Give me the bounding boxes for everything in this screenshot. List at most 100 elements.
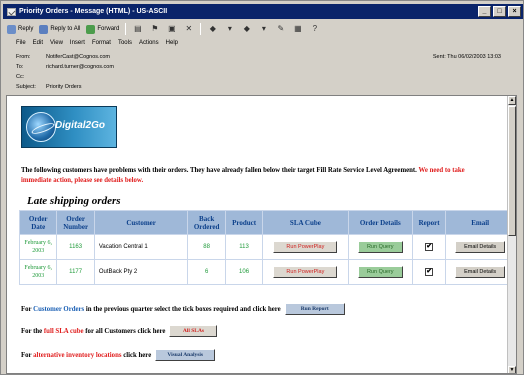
menu-insert[interactable]: Insert	[70, 40, 85, 46]
run-powerplay-button[interactable]: Run PowerPlay	[273, 266, 338, 278]
table-row: February 6, 2003 1177 OutBack Pty 2 6 10…	[18, 259, 515, 285]
to-row: To: richard.turner@cognos.com	[16, 64, 114, 70]
intro-main: The following customers have problems wi…	[21, 167, 419, 174]
delete-icon[interactable]: ✕	[183, 24, 194, 34]
menu-tools[interactable]: Tools	[118, 40, 132, 46]
message-headers: From: NotiferCast@Cognos.com To: richard…	[3, 50, 523, 94]
message-icon	[7, 7, 16, 16]
col-order-date: Order Date	[18, 210, 58, 235]
customer: OutBack Pty 2	[93, 259, 189, 285]
run-report-line: For Customer Orders in the previous quar…	[21, 303, 345, 315]
menu-actions[interactable]: Actions	[139, 40, 159, 46]
print-icon[interactable]: ▤	[132, 24, 143, 34]
help-icon[interactable]: ?	[309, 24, 320, 34]
subject-value: Priority Orders	[46, 84, 82, 90]
order-number: 1163	[56, 234, 95, 260]
order-date: February 6, 2003	[18, 234, 58, 260]
report-checkbox[interactable]: ✔	[425, 243, 434, 251]
section-heading: Late shipping orders	[27, 195, 121, 207]
email-details-button[interactable]: Email Details	[455, 266, 506, 278]
scroll-down-icon[interactable]: ▼	[508, 366, 516, 373]
line1-pre: For	[21, 305, 34, 313]
flag-icon[interactable]: ⚑	[149, 24, 160, 34]
move-icon[interactable]: ▣	[166, 24, 177, 34]
email-cell: Email Details	[445, 259, 515, 285]
maximize-button[interactable]: □	[493, 6, 506, 17]
customer-orders-link[interactable]: Customer Orders	[33, 306, 84, 313]
reply-button[interactable]: Reply	[7, 24, 34, 34]
col-order-number: Order Number	[56, 210, 95, 235]
toolbar: Reply Reply to All Forward ▤ ⚑ ▣ ✕ ◆ ▾ ◆…	[3, 21, 523, 37]
col-report: Report	[411, 210, 447, 235]
subject-row: Subject: Priority Orders	[16, 84, 81, 90]
all-slas-button[interactable]: All SLAs	[169, 325, 218, 337]
previous-icon[interactable]: ◆	[207, 24, 218, 34]
chevron-down-icon[interactable]: ▾	[258, 24, 269, 34]
details-cell: Run Query	[347, 259, 414, 285]
outlook-message-window: Priority Orders - Message (HTML) - US-AS…	[0, 0, 524, 375]
order-date: February 6, 2003	[18, 259, 58, 285]
next-icon[interactable]: ◆	[241, 24, 252, 34]
menu-file[interactable]: File	[16, 40, 26, 46]
table-header-row: Order Date Order Number Customer Back Or…	[18, 210, 515, 235]
product: 106	[224, 259, 264, 285]
cc-row: Cc:	[16, 74, 46, 80]
menu-edit[interactable]: Edit	[33, 40, 43, 46]
menu-view[interactable]: View	[50, 40, 63, 46]
scroll-up-icon[interactable]: ▲	[508, 96, 516, 105]
col-customer: Customer	[93, 210, 189, 235]
forward-icon	[86, 24, 96, 34]
reply-all-icon	[39, 24, 49, 34]
message-body: Digital2Go The following customers have …	[6, 95, 517, 374]
from-value[interactable]: NotiferCast@Cognos.com	[46, 54, 110, 60]
col-email: Email	[445, 210, 515, 235]
table-row: February 6, 2003 1163 Vacation Central 1…	[18, 234, 515, 260]
options-icon[interactable]: ▦	[292, 24, 303, 34]
alternative-inventory-link[interactable]: alternative inventory locations	[33, 352, 121, 359]
run-powerplay-button[interactable]: Run PowerPlay	[273, 241, 338, 253]
vertical-scrollbar[interactable]: ▲ ▼	[507, 96, 516, 373]
col-sla-cube: SLA Cube	[262, 210, 349, 235]
menu-bar: File Edit View Insert Format Tools Actio…	[3, 38, 523, 48]
from-label: From:	[16, 54, 31, 60]
forward-button[interactable]: Forward	[86, 24, 120, 34]
run-report-button[interactable]: Run Report	[284, 303, 345, 315]
menu-help[interactable]: Help	[166, 40, 178, 46]
sla-cell: Run PowerPlay	[262, 259, 349, 285]
reply-all-button[interactable]: Reply to All	[39, 24, 80, 34]
window-title: Priority Orders - Message (HTML) - US-AS…	[19, 8, 168, 15]
chevron-down-icon[interactable]: ▾	[224, 24, 235, 34]
visual-analysis-line: For alternative inventory locations clic…	[21, 349, 216, 361]
close-button[interactable]: ×	[508, 6, 521, 17]
menu-format[interactable]: Format	[92, 40, 111, 46]
toolbar-separator	[125, 23, 127, 35]
run-query-button[interactable]: Run Query	[357, 266, 403, 278]
line3-post: click here	[121, 351, 152, 359]
col-back-ordered: Back Ordered	[187, 210, 226, 235]
globe-icon	[26, 112, 56, 142]
visual-analysis-button[interactable]: Visual Analysis	[155, 349, 216, 361]
reply-label: Reply	[18, 26, 34, 32]
run-query-button[interactable]: Run Query	[357, 241, 403, 253]
minimize-button[interactable]: _	[478, 6, 491, 17]
email-cell: Email Details	[445, 234, 515, 260]
forward-label: Forward	[97, 26, 120, 32]
subject-label: Subject:	[16, 84, 36, 90]
to-value[interactable]: richard.turner@cognos.com	[46, 64, 114, 70]
address-book-icon[interactable]: ✎	[275, 24, 286, 34]
product: 113	[224, 234, 264, 260]
line1-post: in the previous quarter select the tick …	[84, 305, 281, 313]
line2-pre: For the	[21, 327, 44, 335]
intro-text: The following customers have problems wi…	[21, 166, 491, 186]
reply-icon	[7, 24, 16, 34]
email-details-button[interactable]: Email Details	[455, 241, 506, 253]
report-checkbox[interactable]: ✔	[425, 268, 434, 276]
all-slas-line: For the full SLA cube for all Customers …	[21, 325, 218, 337]
sla-cell: Run PowerPlay	[262, 234, 349, 260]
logo-text: Digital2Go	[55, 120, 106, 131]
scroll-thumb[interactable]	[508, 106, 516, 236]
digital2go-logo: Digital2Go	[21, 106, 117, 148]
back-ordered: 6	[187, 259, 226, 285]
orders-table: Order Date Order Number Customer Back Or…	[18, 210, 515, 285]
full-sla-cube-link[interactable]: full SLA cube	[44, 328, 84, 335]
